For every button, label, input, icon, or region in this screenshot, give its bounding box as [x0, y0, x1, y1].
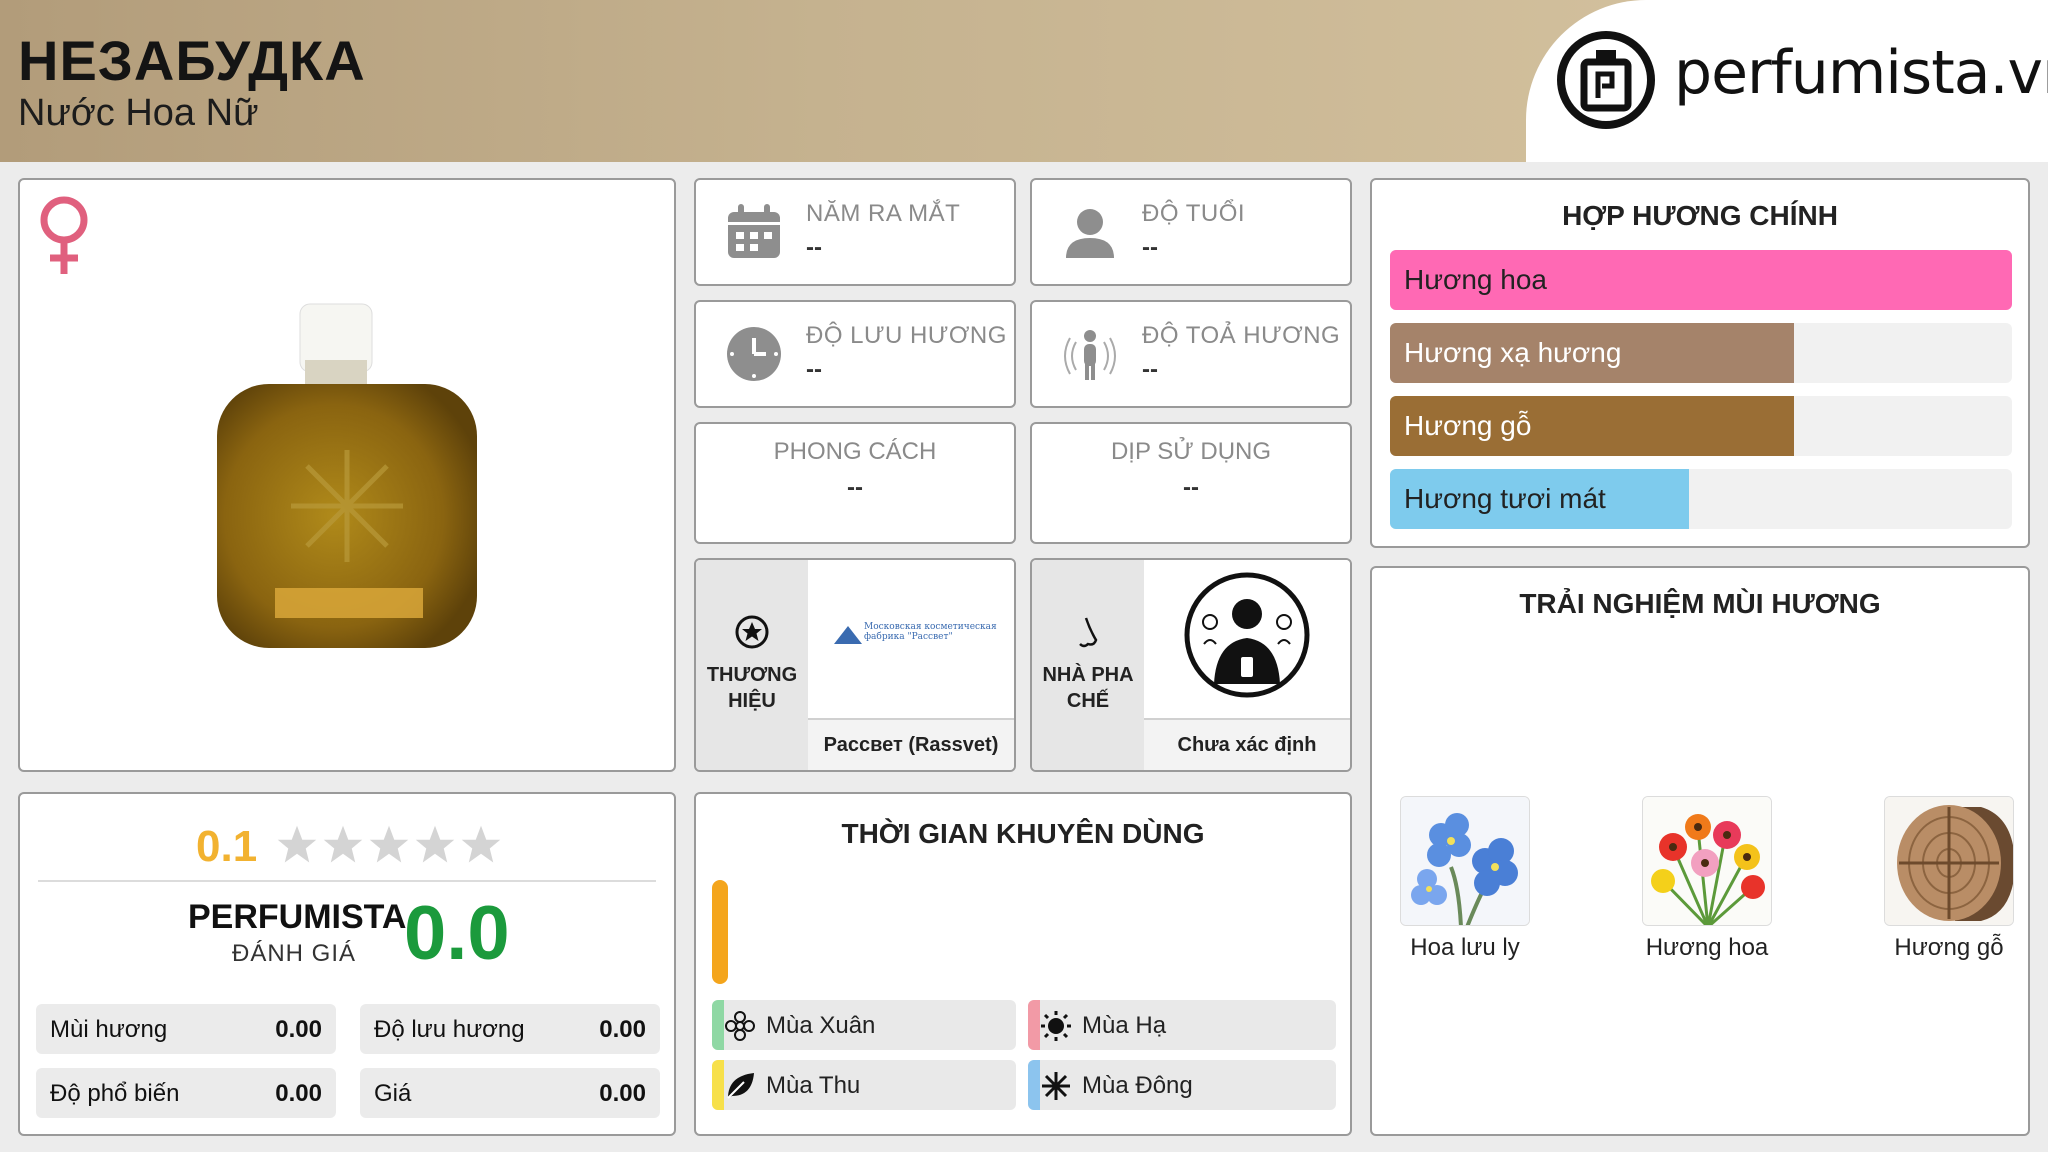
logo-text: perfumista.vn: [1674, 38, 2048, 108]
star-icon[interactable]: [414, 824, 456, 866]
metric-longevity: Độ lưu hương 0.00: [360, 1004, 660, 1054]
age-label: ĐỘ TUỔI: [1142, 200, 1246, 227]
season-spring: Mùa Xuân: [712, 1000, 1016, 1050]
flowers-image: [1642, 796, 1772, 926]
snowflake-icon: [1042, 1072, 1070, 1100]
brand-tile[interactable]: THƯƠNG HIỆU Московская косметическая фаб…: [694, 558, 1016, 772]
brand-logo-image: Московская косметическая фабрика "Рассве…: [808, 560, 1014, 714]
perfumer-tile[interactable]: NHÀ PHA CHẾ Chưa xác định: [1030, 558, 1352, 772]
accords-title: HỢP HƯƠNG CHÍNH: [1562, 200, 1838, 231]
brand-name: Рассвет (Rassvet): [808, 718, 1014, 770]
release-year-label: NĂM RA MẮT: [806, 200, 961, 227]
occasion-label: DỊP SỬ DỤNG: [1110, 438, 1272, 465]
perfume-bottle-image: [217, 303, 477, 648]
season-winter: Mùa Đông: [1028, 1060, 1336, 1110]
leaf-icon: [727, 1073, 754, 1099]
perfumista-label: PERFUMISTA: [188, 898, 407, 936]
style-label: PHONG CÁCH: [773, 438, 937, 465]
star-icon[interactable]: [322, 824, 364, 866]
scent-experience-card: TRẢI NGHIỆM MÙI HƯƠNG Hoa lưu ly Hương h…: [1370, 566, 2030, 1136]
header: НЕЗАБУДКА Nước Hoa Nữ perfumista.vn: [0, 0, 2048, 162]
star-icon[interactable]: [460, 824, 502, 866]
accord-bar-musky: Hương xạ hương: [1390, 323, 2012, 383]
release-year-value: --: [806, 234, 822, 261]
rating-divider: [38, 880, 656, 882]
perfumista-sublabel: ĐÁNH GIÁ: [232, 940, 357, 967]
perfumer-label: NHÀ PHA CHẾ: [1042, 664, 1134, 712]
experience-title: TRẢI NGHIỆM MÙI HƯƠNG: [1519, 588, 1881, 619]
product-card: [18, 178, 676, 772]
star-badge-icon: [735, 615, 769, 649]
perfume-title: НЕЗАБУДКА: [18, 29, 366, 92]
star-icon[interactable]: [276, 824, 318, 866]
season-stripe: [712, 1060, 724, 1110]
note-forget-me-not[interactable]: Hoa lưu ly: [1400, 796, 1530, 976]
sillage-person-icon: [1064, 330, 1116, 380]
age-tile: ĐỘ TUỔI --: [1030, 178, 1352, 286]
note-woody[interactable]: Hương gỗ: [1884, 796, 2014, 976]
longevity-label: ĐỘ LƯU HƯƠNG: [806, 322, 1007, 349]
nose-icon: [1079, 617, 1098, 648]
user-icon: [1066, 209, 1114, 258]
style-tile: PHONG CÁCH --: [694, 422, 1016, 544]
season-card: THỜI GIAN KHUYÊN DÙNG Mùa Xuân Mùa Hạ Mù…: [694, 792, 1352, 1136]
age-value: --: [1142, 234, 1158, 261]
season-stripe: [1028, 1060, 1040, 1110]
perfumer-label-panel: NHÀ PHA CHẾ: [1032, 560, 1144, 770]
star-icon[interactable]: [368, 824, 410, 866]
longevity-tile: ĐỘ LƯU HƯƠNG --: [694, 300, 1016, 408]
metric-price: Giá 0.00: [360, 1068, 660, 1118]
female-gender-icon: [40, 196, 88, 274]
perfumista-score: 0.0: [404, 891, 510, 976]
sillage-label: ĐỘ TOẢ HƯƠNG: [1142, 322, 1341, 349]
brand-mountain-icon: [834, 626, 862, 644]
perfume-bottle-icon: [1557, 31, 1655, 129]
longevity-value: --: [806, 356, 822, 383]
day-usage-bar: [712, 880, 728, 984]
perfumer-avatar: [1144, 560, 1350, 714]
season-autumn: Mùa Thu: [712, 1060, 1016, 1110]
accord-bar-floral: Hương hoa: [1390, 250, 2012, 310]
sun-icon: [1041, 1011, 1071, 1041]
accord-bar-fresh: Hương tươi mát: [1390, 469, 2012, 529]
wood-image: [1884, 796, 2014, 926]
sillage-tile: ĐỘ TOẢ HƯƠNG --: [1030, 300, 1352, 408]
metric-popularity: Độ phổ biến 0.00: [36, 1068, 336, 1118]
brand-logo-caption: Московская косметическая фабрика "Рассве…: [864, 622, 997, 642]
season-stripe: [712, 1000, 724, 1050]
perfumer-name: Chưa xác định: [1144, 718, 1350, 770]
season-summer: Mùa Hạ: [1028, 1000, 1336, 1050]
user-rating: 0.1: [20, 814, 674, 874]
season-stripe: [1028, 1000, 1040, 1050]
rating-card: 0.1 PERFUMISTA ĐÁNH GIÁ 0.0 Mùi hương 0.…: [18, 792, 676, 1136]
calendar-icon: [728, 204, 780, 258]
season-title: THỜI GIAN KHUYÊN DÙNG: [841, 818, 1205, 849]
sillage-value: --: [1142, 356, 1158, 383]
perfumer-silhouette-icon: [1184, 572, 1310, 698]
clock-icon: [727, 327, 781, 381]
brand-logo[interactable]: perfumista.vn: [1526, 0, 2048, 162]
star-rating[interactable]: [276, 824, 502, 872]
main-accords-card: HỢP HƯƠNG CHÍNH Hương hoa Hương xạ hương…: [1370, 178, 2030, 548]
brand-label: THƯƠNG HIỆU: [706, 664, 798, 712]
release-year-tile: NĂM RA MẮT --: [694, 178, 1016, 286]
occasion-value: --: [1183, 474, 1199, 501]
flower-icon: [725, 1011, 755, 1041]
style-value: --: [847, 474, 863, 501]
forget-me-not-image: [1400, 796, 1530, 926]
note-floral[interactable]: Hương hoa: [1642, 796, 1772, 976]
metric-scent: Mùi hương 0.00: [36, 1004, 336, 1054]
occasion-tile: DỊP SỬ DỤNG --: [1030, 422, 1352, 544]
brand-label-panel: THƯƠNG HIỆU: [696, 560, 808, 770]
accord-bar-woody: Hương gỗ: [1390, 396, 2012, 456]
user-rating-score: 0.1: [196, 822, 258, 871]
perfume-subtitle: Nước Hoa Nữ: [18, 92, 259, 134]
